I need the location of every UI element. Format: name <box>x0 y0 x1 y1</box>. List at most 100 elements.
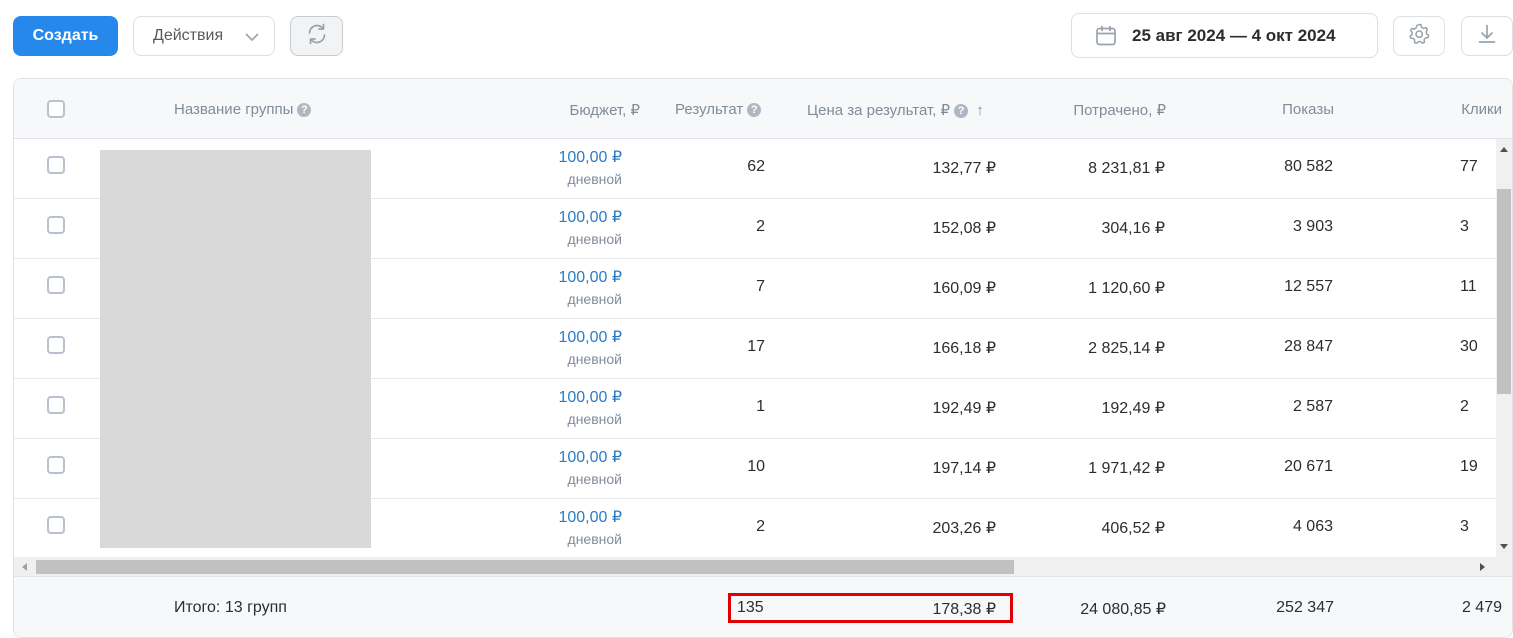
cost-per-result-cell: 203,26 ₽ <box>932 520 996 537</box>
clicks-cell: 30 <box>1460 338 1478 355</box>
impressions-cell: 4 063 <box>1292 518 1333 535</box>
budget-cell: 100,00 ₽ дневной <box>502 439 622 499</box>
vertical-scrollbar-thumb[interactable] <box>1497 189 1511 394</box>
highlight-box <box>728 593 1013 623</box>
ad-groups-table: Название группы? Бюджет, ₽ Результат? Це… <box>13 78 1513 638</box>
cost-per-result-cell: 132,77 ₽ <box>932 160 996 177</box>
column-header-result[interactable]: Результат? <box>675 101 762 118</box>
clicks-cell: 3 <box>1460 518 1469 535</box>
result-cell: 62 <box>747 158 765 175</box>
spent-cell: 192,49 ₽ <box>1101 400 1165 417</box>
impressions-cell: 12 557 <box>1284 278 1333 295</box>
cost-per-result-cell: 160,09 ₽ <box>932 280 996 297</box>
cost-per-result-cell: 192,49 ₽ <box>932 400 996 417</box>
sort-ascending-icon: ↑ <box>976 102 984 119</box>
budget-type: дневной <box>567 351 622 367</box>
gear-icon <box>1407 22 1431 51</box>
table-header: Название группы? Бюджет, ₽ Результат? Це… <box>14 79 1512 139</box>
budget-cell: 100,00 ₽ дневной <box>502 379 622 439</box>
budget-cell: 100,00 ₽ дневной <box>502 139 622 199</box>
download-button[interactable] <box>1461 16 1513 56</box>
budget-amount-link[interactable]: 100,00 ₽ <box>558 507 622 527</box>
column-header-cost-per-result[interactable]: Цена за результат, ₽? ↑ <box>807 101 984 119</box>
clicks-cell: 19 <box>1460 458 1478 475</box>
row-checkbox[interactable] <box>47 336 65 354</box>
group-name-redacted <box>100 150 371 548</box>
budget-amount-link[interactable]: 100,00 ₽ <box>558 207 622 227</box>
scroll-down-arrow-icon[interactable] <box>1500 544 1508 549</box>
budget-type: дневной <box>567 411 622 427</box>
scroll-right-arrow-icon[interactable] <box>1480 563 1485 571</box>
settings-button[interactable] <box>1393 16 1445 56</box>
spent-cell: 304,16 ₽ <box>1101 220 1165 237</box>
select-all-checkbox[interactable] <box>47 100 65 118</box>
budget-type: дневной <box>567 231 622 247</box>
help-icon[interactable]: ? <box>747 103 762 117</box>
vertical-scrollbar[interactable] <box>1496 139 1512 557</box>
spent-cell: 2 825,14 ₽ <box>1088 340 1165 357</box>
scroll-left-arrow-icon[interactable] <box>22 563 27 571</box>
clicks-cell: 3 <box>1460 218 1469 235</box>
result-cell: 2 <box>756 518 765 535</box>
row-checkbox[interactable] <box>47 276 65 294</box>
budget-amount-link[interactable]: 100,00 ₽ <box>558 147 622 167</box>
budget-amount-link[interactable]: 100,00 ₽ <box>558 267 622 287</box>
column-header-cost-label: Цена за результат, ₽ <box>807 102 951 119</box>
horizontal-scrollbar[interactable] <box>14 557 1512 577</box>
toolbar: Создать Действия 25 авг 2024 — 4 окт 202 <box>0 0 1513 78</box>
row-checkbox[interactable] <box>47 396 65 414</box>
refresh-button[interactable] <box>290 16 343 56</box>
download-icon <box>1475 22 1499 51</box>
spent-cell: 8 231,81 ₽ <box>1088 160 1165 177</box>
budget-amount-link[interactable]: 100,00 ₽ <box>558 447 622 467</box>
column-header-impressions[interactable]: Показы <box>1282 101 1334 118</box>
impressions-cell: 28 847 <box>1284 338 1333 355</box>
clicks-cell: 2 <box>1460 398 1469 415</box>
column-header-name[interactable]: Название группы? <box>174 101 312 118</box>
budget-type: дневной <box>567 531 622 547</box>
create-button[interactable]: Создать <box>13 16 118 56</box>
row-checkbox[interactable] <box>47 516 65 534</box>
spent-cell: 1 971,42 ₽ <box>1088 460 1165 477</box>
budget-cell: 100,00 ₽ дневной <box>502 199 622 259</box>
column-header-result-label: Результат <box>675 101 744 118</box>
column-header-budget[interactable]: Бюджет, ₽ <box>570 101 640 119</box>
refresh-icon <box>305 22 329 51</box>
budget-cell: 100,00 ₽ дневной <box>502 499 622 557</box>
budget-type: дневной <box>567 171 622 187</box>
help-icon[interactable]: ? <box>954 104 969 118</box>
column-header-spent[interactable]: Потрачено, ₽ <box>1073 101 1166 119</box>
scroll-up-arrow-icon[interactable] <box>1500 147 1508 152</box>
budget-cell: 100,00 ₽ дневной <box>502 259 622 319</box>
total-clicks: 2 479 <box>1461 599 1502 616</box>
row-checkbox[interactable] <box>47 156 65 174</box>
impressions-cell: 2 587 <box>1292 398 1333 415</box>
totals-label: Итого: 13 групп <box>174 599 287 616</box>
row-checkbox[interactable] <box>47 216 65 234</box>
result-cell: 10 <box>747 458 765 475</box>
budget-cell: 100,00 ₽ дневной <box>502 319 622 379</box>
cost-per-result-cell: 166,18 ₽ <box>932 340 996 357</box>
column-header-name-label: Название группы <box>174 101 294 118</box>
clicks-cell: 11 <box>1460 278 1477 295</box>
result-cell: 1 <box>756 398 765 415</box>
budget-amount-link[interactable]: 100,00 ₽ <box>558 327 622 347</box>
column-header-clicks[interactable]: Клики <box>1461 101 1502 118</box>
row-checkbox[interactable] <box>47 456 65 474</box>
date-range-picker[interactable]: 25 авг 2024 — 4 окт 2024 <box>1071 13 1378 58</box>
impressions-cell: 3 903 <box>1292 218 1333 235</box>
actions-dropdown[interactable]: Действия <box>133 16 275 56</box>
budget-amount-link[interactable]: 100,00 ₽ <box>558 387 622 407</box>
cost-per-result-cell: 197,14 ₽ <box>932 460 996 477</box>
horizontal-scrollbar-thumb[interactable] <box>36 560 1014 574</box>
table-footer-totals: Итого: 13 групп 135 178,38 ₽ 24 080,85 ₽… <box>14 577 1512 637</box>
cost-per-result-cell: 152,08 ₽ <box>932 220 996 237</box>
budget-type: дневной <box>567 471 622 487</box>
result-cell: 7 <box>756 278 765 295</box>
actions-label: Действия <box>153 27 224 44</box>
total-spent: 24 080,85 ₽ <box>1080 601 1166 618</box>
help-icon[interactable]: ? <box>297 103 312 117</box>
impressions-cell: 20 671 <box>1284 458 1333 475</box>
spent-cell: 1 120,60 ₽ <box>1088 280 1165 297</box>
total-impressions: 252 347 <box>1276 599 1334 616</box>
